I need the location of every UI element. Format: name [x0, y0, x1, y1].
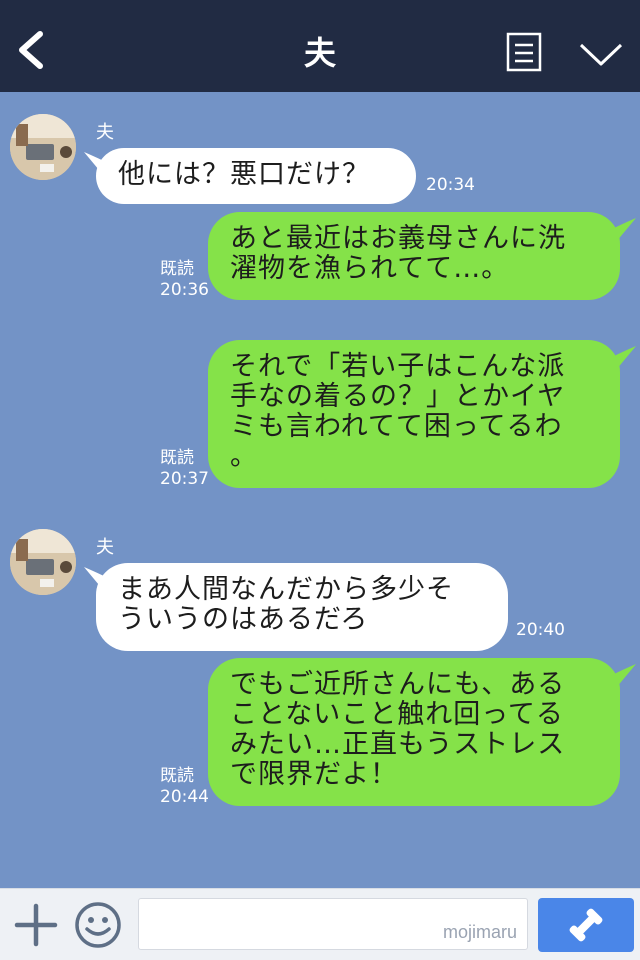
- message-line: 手なの着るの？」とかイヤ: [230, 381, 566, 412]
- message-bubble-incoming[interactable]: 他には？悪口だけ？: [96, 148, 416, 204]
- message-line: あと最近はお義母さんに洗: [230, 223, 566, 254]
- read-receipt: 既読: [160, 259, 194, 279]
- message-bubble-outgoing[interactable]: それで「若い子はこんな派 手なの着るの？」とかイヤ ミも言われてて困ってるわ 。: [208, 340, 620, 488]
- message-time: 20:44: [160, 787, 209, 807]
- message-text: 他には？悪口だけ？: [118, 159, 370, 190]
- read-receipt: 既読: [160, 766, 194, 786]
- add-attachment-button[interactable]: [14, 903, 58, 947]
- menu-toggle-button[interactable]: [578, 40, 624, 68]
- chat-title: 夫: [303, 34, 336, 72]
- phone-icon: [569, 908, 603, 942]
- bubble-tail: [610, 664, 636, 688]
- avatar-photo: [10, 114, 76, 180]
- message-bubble-incoming[interactable]: まあ人間なんだから多少そ ういうのはあるだろ: [96, 563, 508, 651]
- message-bubble-outgoing[interactable]: あと最近はお義母さんに洗 濯物を漁られてて…。: [208, 212, 620, 300]
- memo-icon: [506, 32, 542, 72]
- avatar[interactable]: [10, 529, 76, 595]
- bubble-tail: [610, 346, 636, 370]
- message-time: 20:34: [426, 175, 475, 195]
- message-input[interactable]: mojimaru: [138, 898, 528, 950]
- avatar[interactable]: [10, 114, 76, 180]
- message-line: まあ人間なんだから多少そ: [118, 574, 454, 605]
- message-time: 20:40: [516, 620, 565, 640]
- read-receipt: 既読: [160, 448, 194, 468]
- watermark-text: mojimaru: [442, 922, 517, 942]
- plus-icon: [14, 903, 58, 947]
- call-button[interactable]: [538, 898, 634, 952]
- message-line: ことないこと触れ回ってる: [230, 699, 564, 730]
- message-line: それで「若い子はこんな派: [230, 351, 566, 382]
- message-time: 20:36: [160, 280, 209, 300]
- emoji-icon: [75, 902, 121, 948]
- memo-button[interactable]: [506, 32, 542, 72]
- message-line: で限界だよ！: [230, 759, 398, 790]
- emoji-button[interactable]: [74, 901, 122, 949]
- message-line: 濯物を漁られてて…。: [230, 253, 510, 284]
- sender-name: 夫: [96, 537, 114, 558]
- message-line: 。: [230, 441, 258, 472]
- message-bubble-outgoing[interactable]: でもご近所さんにも、ある ことないこと触れ回ってる みたい…正直もうストレス で…: [208, 658, 620, 806]
- sender-name: 夫: [96, 122, 114, 143]
- message-line: みたい…正直もうストレス: [230, 729, 566, 760]
- chat-header: 夫: [0, 0, 640, 92]
- bubble-tail: [610, 218, 636, 242]
- message-line: ういうのはあるだろ: [118, 604, 369, 635]
- message-line: ミも言われてて困ってるわ: [230, 411, 563, 442]
- message-input-bar: mojimaru: [0, 888, 640, 960]
- message-time: 20:37: [160, 469, 209, 489]
- message-line: でもご近所さんにも、ある: [230, 669, 566, 700]
- chevron-down-icon: [579, 43, 623, 66]
- chat-area[interactable]: 夫 他には？悪口だけ？ 20:34 既読 20:36 あと最近はお義母さんに洗 …: [0, 92, 640, 888]
- avatar-photo: [10, 529, 76, 595]
